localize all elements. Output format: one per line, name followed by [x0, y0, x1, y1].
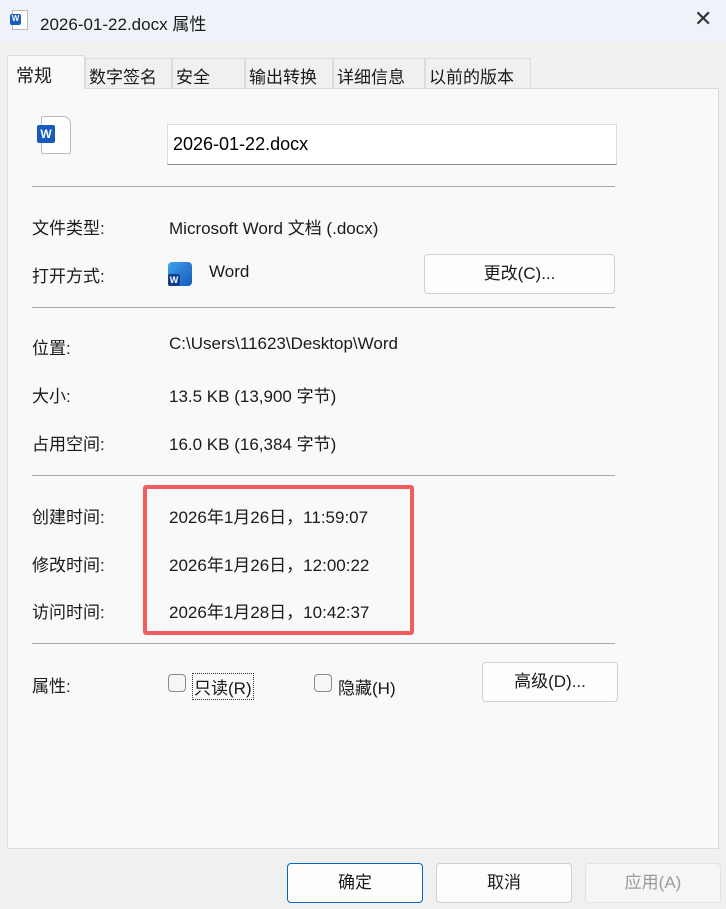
change-button[interactable]: 更改(C)... [424, 254, 615, 294]
readonly-label[interactable]: 只读(R) [192, 673, 254, 700]
size-value: 13.5 KB (13,900 字节) [169, 387, 337, 406]
advanced-button[interactable]: 高级(D)... [482, 662, 618, 702]
hidden-label[interactable]: 隐藏(H) [338, 674, 396, 699]
word-app-icon: W [168, 262, 192, 286]
word-document-icon: W [37, 116, 71, 154]
readonly-checkbox[interactable] [168, 674, 186, 692]
highlight-box [143, 485, 414, 635]
filename-input[interactable] [167, 124, 617, 165]
ok-button[interactable]: 确定 [287, 863, 423, 903]
tab-security[interactable]: 安全 [172, 58, 245, 89]
title-bar: W 2026-01-22.docx 属性 ✕ [0, 0, 726, 42]
size-label: 大小: [32, 387, 71, 406]
tab-details[interactable]: 详细信息 [333, 58, 425, 89]
general-panel [7, 88, 719, 849]
attributes-label: 属性: [32, 677, 71, 696]
open-with-value: Word [209, 262, 250, 281]
cancel-button[interactable]: 取消 [436, 863, 572, 903]
tab-previous-versions[interactable]: 以前的版本 [425, 58, 531, 89]
created-label: 创建时间: [32, 508, 105, 527]
close-icon[interactable]: ✕ [694, 6, 712, 32]
modified-label: 修改时间: [32, 556, 105, 575]
tab-digital-signature[interactable]: 数字签名 [85, 58, 172, 89]
divider [32, 643, 615, 644]
word-file-icon: W [10, 10, 28, 30]
tab-output-conversion[interactable]: 输出转换 [245, 58, 333, 89]
disk-size-value: 16.0 KB (16,384 字节) [169, 435, 337, 454]
window-title: 2026-01-22.docx 属性 [40, 15, 207, 34]
location-value: C:\Users\11623\Desktop\Word [169, 334, 398, 353]
open-with-label: 打开方式: [32, 267, 105, 286]
divider [32, 186, 615, 187]
divider [32, 307, 615, 308]
file-type-value: Microsoft Word 文档 (.docx) [169, 219, 379, 238]
accessed-label: 访问时间: [32, 603, 105, 622]
file-type-label: 文件类型: [32, 219, 105, 238]
apply-button[interactable]: 应用(A) [585, 863, 721, 903]
hidden-checkbox[interactable] [314, 674, 332, 692]
tab-general[interactable]: 常规 [7, 55, 85, 90]
disk-size-label: 占用空间: [32, 435, 105, 454]
location-label: 位置: [32, 339, 71, 358]
divider [32, 475, 615, 476]
